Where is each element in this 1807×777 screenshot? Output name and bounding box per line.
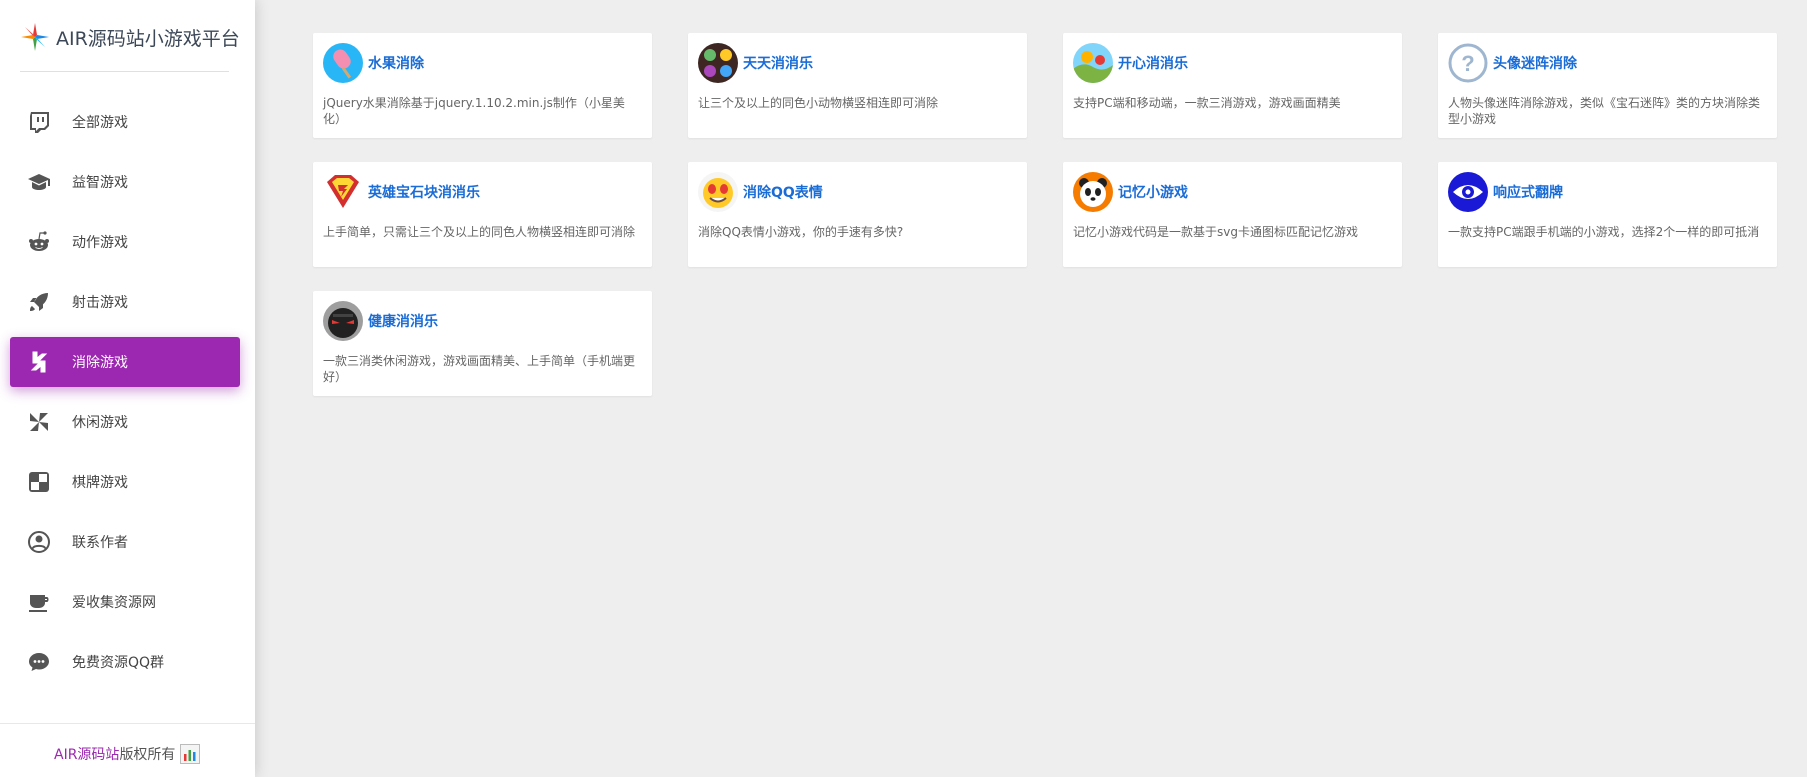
brand-divider — [20, 71, 229, 72]
brand-title: AIR源码站小游戏平台 — [56, 27, 240, 50]
sidebar-item-action[interactable]: 动作游戏 — [10, 217, 240, 267]
stats-chart-icon[interactable] — [180, 744, 201, 764]
game-card[interactable]: 记忆小游戏 记忆小游戏代码是一款基于svg卡通图标匹配记忆游戏 — [1063, 162, 1402, 267]
game-title[interactable]: 天天消消乐 — [743, 53, 813, 73]
sidebar-item-label: 棋牌游戏 — [72, 475, 128, 491]
twitch-icon — [26, 109, 52, 135]
superman-shield-icon — [323, 172, 363, 212]
footer-site-link[interactable]: AIR源码站 — [54, 744, 119, 764]
game-title[interactable]: 头像迷阵消除 — [1493, 53, 1577, 73]
game-description: 让三个及以上的同色小动物横竖相连即可消除 — [698, 96, 939, 110]
game-description: 支持PC端和移动端，一款三消游戏，游戏画面精美 — [1073, 96, 1341, 110]
footer-copyright: 版权所有 — [119, 747, 176, 763]
footer: AIR源码站 版权所有 — [54, 744, 201, 764]
game-title[interactable]: 水果消除 — [368, 53, 424, 73]
game-card[interactable]: ? 头像迷阵消除 人物头像迷阵消除游戏，类似《宝石迷阵》类的方块消除类型小游戏 — [1438, 33, 1777, 138]
sidebar-item-label: 益智游戏 — [72, 175, 128, 191]
chat-bubble-icon — [26, 649, 52, 675]
sidebar-item-label: 免费资源QQ群 — [72, 655, 165, 671]
reddit-robot-icon — [26, 229, 52, 255]
sidebar-item-board[interactable]: 棋牌游戏 — [10, 457, 240, 507]
ninja-icon — [323, 301, 363, 341]
hubspot-icon — [26, 349, 52, 375]
sidebar-item-label: 动作游戏 — [72, 235, 128, 251]
sidebar-item-all-games[interactable]: 全部游戏 — [10, 97, 240, 147]
sidebar-item-contact[interactable]: 联系作者 — [10, 517, 240, 567]
eye-icon — [1448, 172, 1488, 212]
game-card[interactable]: 响应式翻牌 一款支持PC端跟手机端的小游戏，选择2个一样的即可抵消 — [1438, 162, 1777, 267]
question-circle-icon: ? — [1448, 43, 1488, 83]
sidebar-item-match-three[interactable]: 消除游戏 — [10, 337, 240, 387]
sidebar-nav: 全部游戏 益智游戏 动作游戏 射击游戏 消除游戏 休闲游戏 棋牌游戏 联系作者 … — [10, 97, 240, 697]
sidebar-item-shooter[interactable]: 射击游戏 — [10, 277, 240, 327]
sidebar-item-label: 休闲游戏 — [72, 415, 128, 431]
emoji-face-icon — [698, 172, 738, 212]
sidebar: AIR源码站小游戏平台 全部游戏 益智游戏 动作游戏 射击游戏 消除游戏 休闲游… — [0, 0, 255, 777]
coffee-cup-icon — [26, 589, 52, 615]
sidebar-item-label: 爱收集资源网 — [72, 595, 156, 611]
animal-tiles-icon — [698, 43, 738, 83]
main-content: 水果消除 jQuery水果消除基于jquery.1.10.2.min.js制作（… — [255, 0, 1807, 777]
game-title[interactable]: 开心消消乐 — [1118, 53, 1188, 73]
game-title[interactable]: 健康消消乐 — [368, 311, 438, 331]
game-title[interactable]: 响应式翻牌 — [1493, 182, 1563, 202]
game-card[interactable]: 英雄宝石块消消乐 上手简单，只需让三个及以上的同色人物横竖相连即可消除 — [313, 162, 652, 267]
graduation-cap-icon — [26, 169, 52, 195]
checkerboard-icon — [26, 469, 52, 495]
svg-text:?: ? — [1461, 51, 1474, 76]
sidebar-item-resource-site[interactable]: 爱收集资源网 — [10, 577, 240, 627]
star-logo-icon — [21, 23, 49, 51]
game-card[interactable]: 水果消除 jQuery水果消除基于jquery.1.10.2.min.js制作（… — [313, 33, 652, 138]
sidebar-item-label: 全部游戏 — [72, 115, 128, 131]
game-grid: 水果消除 jQuery水果消除基于jquery.1.10.2.min.js制作（… — [313, 33, 1777, 396]
sidebar-item-puzzle[interactable]: 益智游戏 — [10, 157, 240, 207]
game-description: 上手简单，只需让三个及以上的同色人物横竖相连即可消除 — [323, 225, 636, 239]
game-title[interactable]: 英雄宝石块消消乐 — [368, 182, 480, 202]
game-card[interactable]: 天天消消乐 让三个及以上的同色小动物横竖相连即可消除 — [688, 33, 1027, 138]
game-description: jQuery水果消除基于jquery.1.10.2.min.js制作（小星美化） — [323, 96, 625, 126]
pinwheel-icon — [26, 409, 52, 435]
brand[interactable]: AIR源码站小游戏平台 — [20, 20, 240, 54]
rocket-icon — [26, 289, 52, 315]
popsicle-icon — [323, 43, 363, 83]
sidebar-item-label: 联系作者 — [72, 535, 128, 551]
game-title[interactable]: 消除QQ表情 — [743, 182, 823, 202]
game-description: 一款三消类休闲游戏，游戏画面精美、上手简单（手机端更好） — [323, 354, 636, 384]
footer-divider — [0, 723, 255, 724]
panda-icon — [1073, 172, 1113, 212]
game-title[interactable]: 记忆小游戏 — [1118, 182, 1188, 202]
sidebar-item-casual[interactable]: 休闲游戏 — [10, 397, 240, 447]
sidebar-item-label: 射击游戏 — [72, 295, 128, 311]
game-description: 一款支持PC端跟手机端的小游戏，选择2个一样的即可抵消 — [1448, 225, 1760, 239]
user-circle-icon — [26, 529, 52, 555]
game-card[interactable]: 健康消消乐 一款三消类休闲游戏，游戏画面精美、上手简单（手机端更好） — [313, 291, 652, 396]
sidebar-item-qq-group[interactable]: 免费资源QQ群 — [10, 637, 240, 687]
game-description: 人物头像迷阵消除游戏，类似《宝石迷阵》类的方块消除类型小游戏 — [1448, 96, 1761, 126]
game-description: 记忆小游戏代码是一款基于svg卡通图标匹配记忆游戏 — [1073, 225, 1358, 239]
sidebar-item-label: 消除游戏 — [72, 355, 128, 371]
game-description: 消除QQ表情小游戏，你的手速有多快? — [698, 225, 904, 239]
game-card[interactable]: 开心消消乐 支持PC端和移动端，一款三消游戏，游戏画面精美 — [1063, 33, 1402, 138]
game-card[interactable]: 消除QQ表情 消除QQ表情小游戏，你的手速有多快? — [688, 162, 1027, 267]
candy-landscape-icon — [1073, 43, 1113, 83]
